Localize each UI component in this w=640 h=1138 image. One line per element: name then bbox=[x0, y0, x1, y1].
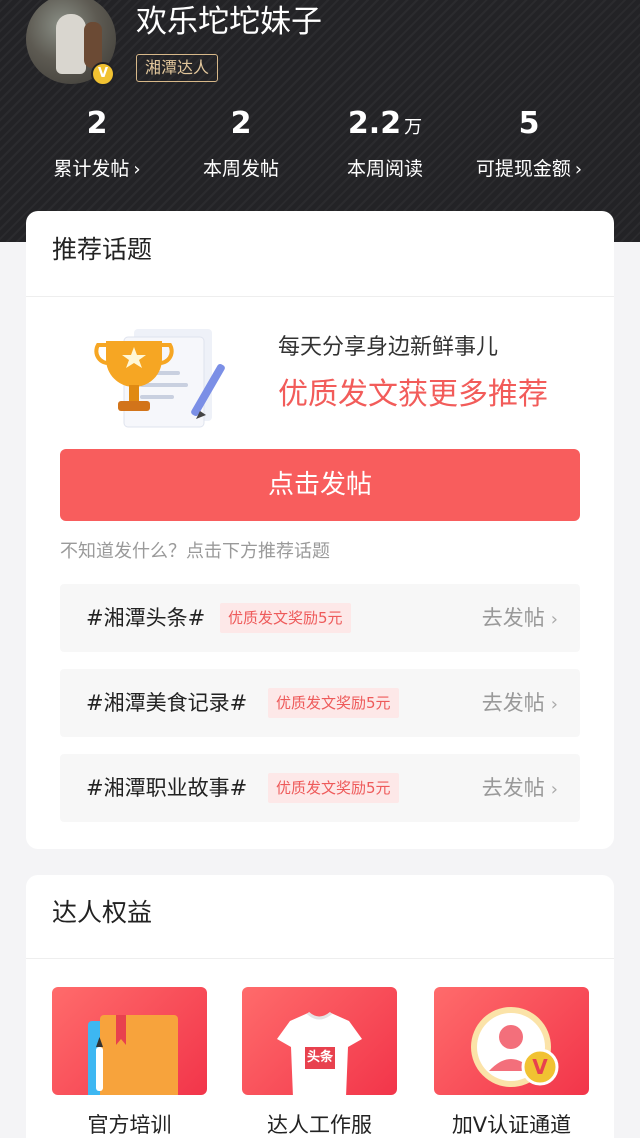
avatar-figure bbox=[56, 14, 86, 74]
avatar-figure-secondary bbox=[84, 22, 102, 68]
shirt-logo-text: 头条 bbox=[306, 1050, 333, 1065]
topic-item[interactable]: #湘潭职业故事# 优质发文奖励5元 去发帖 › bbox=[60, 754, 580, 822]
recommend-title: 推荐话题 bbox=[26, 211, 614, 297]
tshirt-icon: 头条 bbox=[242, 987, 397, 1095]
chevron-right-icon: › bbox=[550, 694, 558, 715]
profile-header: V 欢乐坨坨妹子 湘潭达人 2 累计发帖 › 2 本周发帖 2.2 万 本周阅读 5… bbox=[0, 0, 640, 242]
trophy-document-illustration bbox=[94, 329, 225, 428]
reward-badge: 优质发文奖励5元 bbox=[220, 603, 351, 633]
stat-label: 本周发帖 bbox=[202, 158, 279, 180]
stat-total-posts[interactable]: 2 累计发帖 › bbox=[27, 104, 167, 182]
chevron-right-icon: › bbox=[550, 779, 558, 800]
benefit-label: 官方培训 bbox=[87, 1113, 172, 1137]
v-mark: V bbox=[532, 1055, 548, 1079]
topic-name: #湘潭职业故事# bbox=[86, 776, 248, 800]
benefit-verification[interactable]: V 加V认证通道 bbox=[434, 987, 589, 1138]
reward-badge: 优质发文奖励5元 bbox=[268, 773, 399, 803]
verified-user-icon: V bbox=[434, 987, 589, 1095]
books-icon bbox=[52, 987, 207, 1095]
stat-label: 本周阅读 bbox=[346, 158, 423, 180]
go-post-link[interactable]: 去发帖 › bbox=[482, 669, 558, 739]
slogan-line-1: 每天分享身边新鲜事儿 bbox=[278, 335, 499, 360]
topic-item[interactable]: #湘潭头条# 优质发文奖励5元 去发帖 › bbox=[60, 584, 580, 652]
topic-name: #湘潭头条# bbox=[86, 606, 206, 630]
stat-label: 累计发帖 › bbox=[53, 158, 141, 180]
topic-item[interactable]: #湘潭美食记录# 优质发文奖励5元 去发帖 › bbox=[60, 669, 580, 737]
chevron-right-icon: › bbox=[550, 609, 558, 630]
expert-tag: 湘潭达人 bbox=[136, 54, 219, 82]
stat-label: 可提现金额 › bbox=[475, 158, 583, 180]
stat-weekly-posts: 2 本周发帖 bbox=[171, 104, 311, 181]
go-post-link[interactable]: 去发帖 › bbox=[482, 754, 558, 824]
chevron-right-icon: › bbox=[133, 159, 141, 180]
verified-badge-icon: V bbox=[91, 62, 115, 86]
stat-value: 2 bbox=[86, 106, 108, 141]
benefits-card: 达人权益 官方培训 头条 达人工作服 V 加V认证通道 bbox=[26, 875, 614, 1138]
recommend-card: 推荐话题 每天分享身边新鲜事儿 优质发文获更多推荐 点击发帖 不知道发什么？点击… bbox=[26, 211, 614, 849]
benefit-training[interactable]: 官方培训 bbox=[52, 987, 207, 1138]
benefits-title: 达人权益 bbox=[26, 875, 614, 959]
reward-badge: 优质发文奖励5元 bbox=[268, 688, 399, 718]
chevron-right-icon: › bbox=[574, 159, 583, 180]
stat-withdrawable[interactable]: 5 可提现金额 › bbox=[459, 104, 599, 182]
go-post-link[interactable]: 去发帖 › bbox=[482, 584, 558, 654]
post-button[interactable]: 点击发帖 bbox=[60, 449, 580, 521]
topic-hint: 不知道发什么？点击下方推荐话题 bbox=[60, 541, 330, 562]
benefit-label: 达人工作服 bbox=[267, 1113, 372, 1137]
stat-value: 2 bbox=[230, 106, 252, 141]
stat-value: 2.2 万 bbox=[347, 106, 423, 141]
slogan-line-2: 优质发文获更多推荐 bbox=[278, 377, 548, 412]
stat-value: 5 bbox=[518, 106, 540, 141]
stat-unit: 万 bbox=[404, 117, 423, 138]
stat-weekly-reads: 2.2 万 本周阅读 bbox=[315, 104, 455, 181]
nickname: 欢乐坨坨妹子 bbox=[136, 4, 322, 40]
benefit-uniform[interactable]: 头条 达人工作服 bbox=[242, 987, 397, 1138]
topic-name: #湘潭美食记录# bbox=[86, 691, 248, 715]
benefit-label: 加V认证通道 bbox=[451, 1113, 572, 1137]
